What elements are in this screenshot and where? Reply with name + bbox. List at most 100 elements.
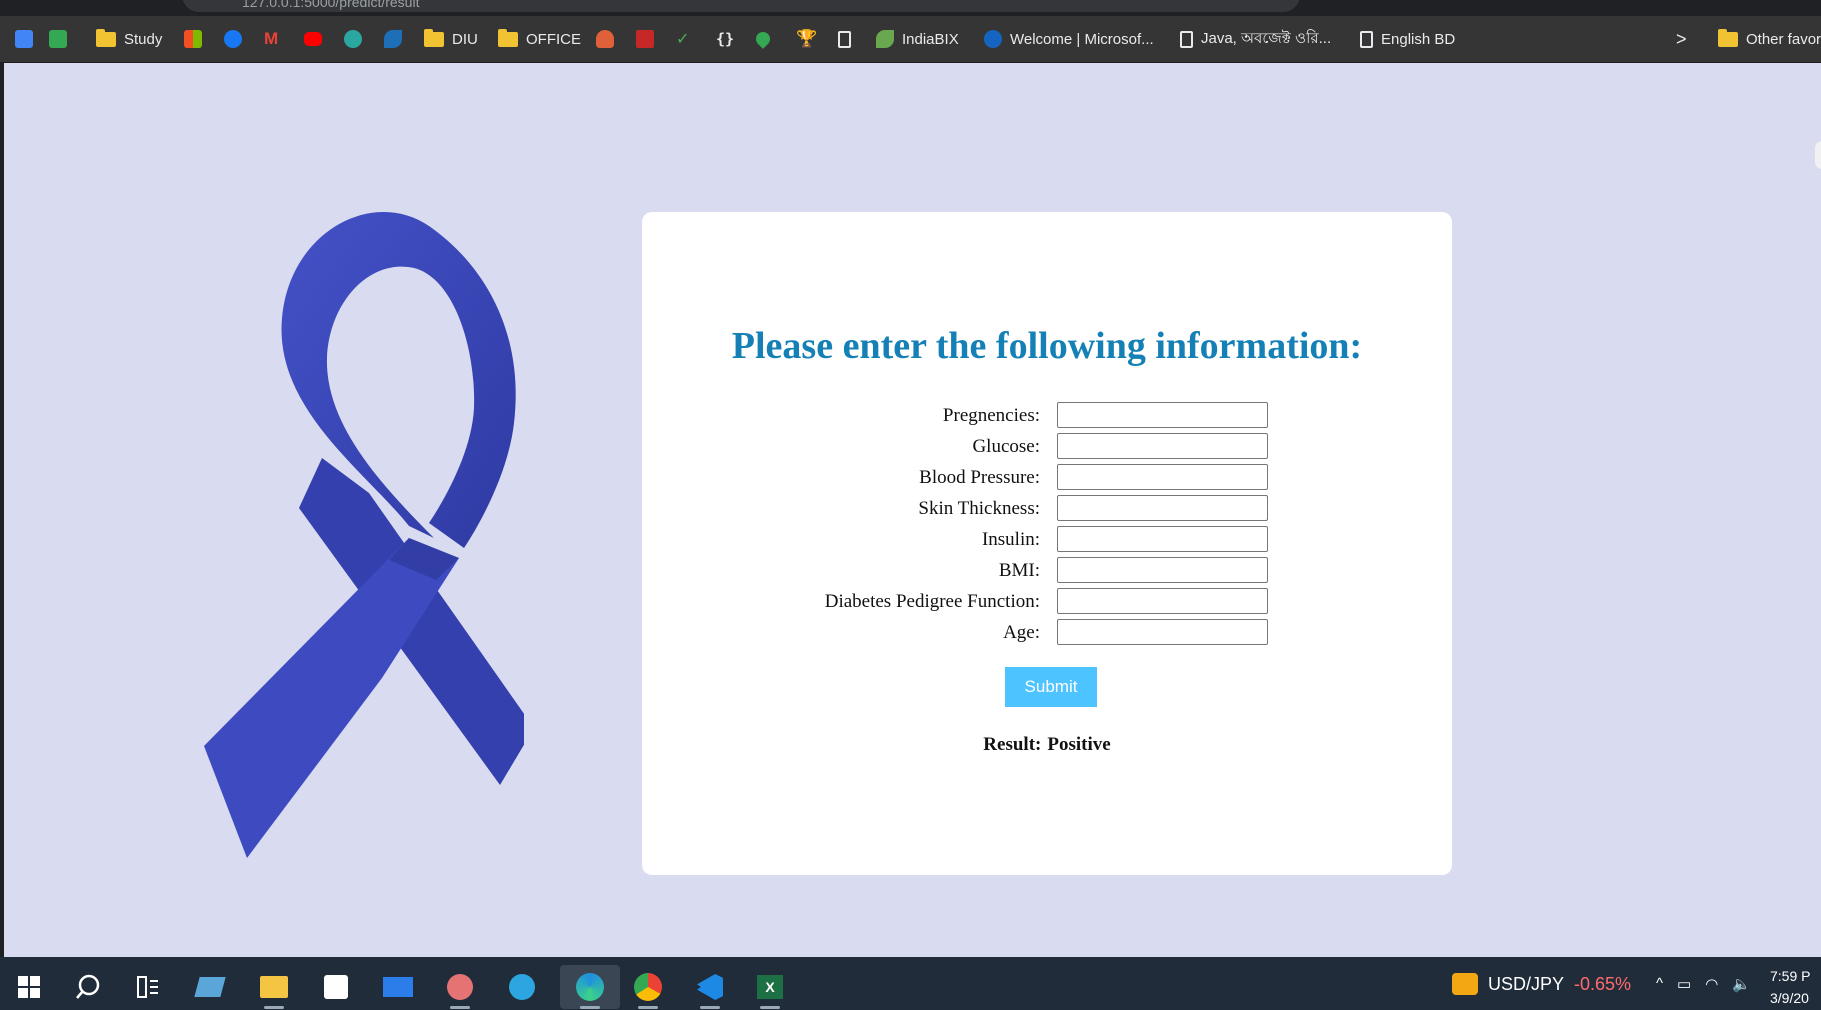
- stock-widget[interactable]: USD/JPY -0.65%: [1452, 973, 1631, 995]
- age-input[interactable]: [1057, 619, 1268, 645]
- address-bar[interactable]: 127.0.0.1:5000/predict/result: [182, 0, 1300, 12]
- excel-icon: X: [757, 975, 783, 999]
- awareness-ribbon-image: [204, 208, 534, 873]
- bookmark-label: IndiaBIX: [902, 30, 959, 48]
- facebook-icon: [224, 30, 242, 48]
- field-row-bmi: BMI:: [642, 557, 1452, 585]
- form-heading: Please enter the following information:: [731, 325, 1363, 367]
- bmi-label: BMI:: [998, 560, 1040, 581]
- maps-icon: [753, 29, 773, 49]
- bookmark-microsoft[interactable]: [184, 28, 202, 50]
- taskbar-file-explorer[interactable]: [250, 965, 298, 1009]
- store-icon: [324, 975, 348, 999]
- chevron-up-icon[interactable]: ^: [1656, 975, 1663, 993]
- bookmark-folder-study[interactable]: Study: [96, 28, 162, 50]
- bookmark-check[interactable]: ✓: [676, 28, 689, 50]
- other-favorites-folder[interactable]: Other favori: [1718, 28, 1821, 50]
- taskbar-chrome[interactable]: [624, 965, 672, 1009]
- bookmark-helmet[interactable]: [596, 28, 614, 50]
- taskbar-edge[interactable]: [560, 965, 620, 1009]
- bmi-input[interactable]: [1057, 557, 1268, 583]
- telegram-icon: [509, 974, 535, 1000]
- bookmarks-overflow-button[interactable]: >: [1676, 28, 1687, 50]
- bookmark-gmail[interactable]: M: [264, 28, 278, 50]
- insulin-input[interactable]: [1057, 526, 1268, 552]
- mail-icon: [383, 977, 413, 997]
- bookmarks-bar: Study M DIU OFFICE ✓ {} 🏆 IndiaBIX Welco…: [0, 16, 1821, 63]
- bookmark-folder-diu[interactable]: DIU: [424, 28, 478, 50]
- result-label: Result:: [983, 734, 1042, 755]
- glucose-input[interactable]: [1057, 433, 1268, 459]
- snip-icon: [447, 974, 473, 1000]
- glucose-label: Glucose:: [972, 436, 1040, 457]
- volume-icon[interactable]: 🔈: [1732, 975, 1751, 993]
- skin-thickness-input[interactable]: [1057, 495, 1268, 521]
- pregnancies-label: Pregnencies:: [942, 405, 1040, 426]
- submit-button[interactable]: Submit: [1005, 667, 1097, 707]
- field-row-blood-pressure: Blood Pressure:: [642, 464, 1452, 492]
- pregnancies-input[interactable]: [1057, 402, 1268, 428]
- bookmark-welcome-microsoft[interactable]: Welcome | Microsof...: [984, 28, 1154, 50]
- bookmark-youtube[interactable]: [304, 28, 322, 50]
- taskbar-vscode[interactable]: [686, 965, 734, 1009]
- bookmark-java[interactable]: Java, অবজেক্ট ওরি...: [1180, 28, 1331, 50]
- bookmark-label: OFFICE: [526, 30, 581, 48]
- bookmark-trophy[interactable]: 🏆: [796, 28, 817, 50]
- task-view-icon: [137, 976, 158, 998]
- other-favorites-label: Other favori: [1746, 30, 1821, 48]
- diabetes-pedigree-input[interactable]: [1057, 588, 1268, 614]
- field-row-insulin: Insulin:: [642, 526, 1452, 554]
- field-row-diabetes-pedigree: Diabetes Pedigree Function:: [642, 588, 1452, 616]
- folder-icon: [96, 28, 116, 47]
- taskbar-store[interactable]: [312, 965, 360, 1009]
- folder-icon: [498, 28, 518, 47]
- battery-icon[interactable]: ▭: [1677, 975, 1691, 993]
- bookmark-label: Java, অবজেক্ট ওরি...: [1201, 29, 1332, 47]
- bookmark-edge[interactable]: [384, 28, 402, 50]
- system-clock[interactable]: 7:59 P 3/9/20: [1770, 965, 1810, 1009]
- bookmark-indiabix[interactable]: IndiaBIX: [876, 28, 959, 50]
- result-value: Positive: [1047, 734, 1111, 755]
- bookmark-braces[interactable]: {}: [716, 28, 734, 50]
- search-button[interactable]: [64, 965, 112, 1009]
- bookmark-page[interactable]: [838, 28, 851, 50]
- skin-thickness-label: Skin Thickness:: [918, 498, 1040, 519]
- address-bar-url[interactable]: 127.0.0.1:5000/predict/result: [242, 0, 419, 10]
- bookmark-english-bd[interactable]: English BD: [1360, 28, 1455, 50]
- page-icon: [838, 30, 851, 48]
- bookmark-extension[interactable]: [344, 28, 362, 50]
- folder-icon: [1718, 28, 1738, 47]
- bookmark-google-photos[interactable]: [49, 28, 67, 50]
- ticker-symbol: USD/JPY: [1488, 973, 1565, 994]
- braces-icon: {}: [716, 30, 735, 48]
- vscode-icon: [697, 974, 723, 1000]
- chrome-icon: [634, 973, 662, 1001]
- bookmark-label: Study: [124, 30, 163, 48]
- taskbar-excel[interactable]: X: [746, 965, 794, 1009]
- google-photos-icon: [49, 30, 67, 48]
- blood-pressure-input[interactable]: [1057, 464, 1268, 490]
- bookmark-maps[interactable]: [753, 28, 773, 50]
- youtube-icon: [304, 32, 322, 46]
- bookmark-folder-office[interactable]: OFFICE: [498, 28, 581, 50]
- taskbar-notepad[interactable]: [186, 965, 234, 1009]
- age-label: Age:: [1003, 622, 1040, 643]
- bookmark-json-pojo[interactable]: [636, 28, 654, 50]
- task-view-button[interactable]: [124, 965, 172, 1009]
- scrollbar-thumb[interactable]: [1815, 141, 1821, 169]
- result-text: Result: Positive: [642, 734, 1452, 756]
- office-icon: [984, 30, 1002, 48]
- field-row-glucose: Glucose:: [642, 433, 1452, 461]
- bookmark-google-translate[interactable]: [15, 28, 33, 50]
- google-translate-icon: [15, 30, 33, 48]
- wifi-icon[interactable]: ◠: [1705, 975, 1718, 993]
- diabetes-pedigree-label: Diabetes Pedigree Function:: [824, 591, 1040, 612]
- gmail-icon: M: [264, 29, 279, 48]
- windows-start-icon: [18, 976, 40, 998]
- taskbar-mail[interactable]: [374, 965, 422, 1009]
- taskbar-snipping-tool[interactable]: [436, 965, 484, 1009]
- taskbar-telegram[interactable]: [498, 965, 546, 1009]
- system-tray: ^ ▭ ◠ 🔈: [1656, 975, 1751, 993]
- bookmark-facebook[interactable]: [224, 28, 242, 50]
- start-button[interactable]: [5, 965, 53, 1009]
